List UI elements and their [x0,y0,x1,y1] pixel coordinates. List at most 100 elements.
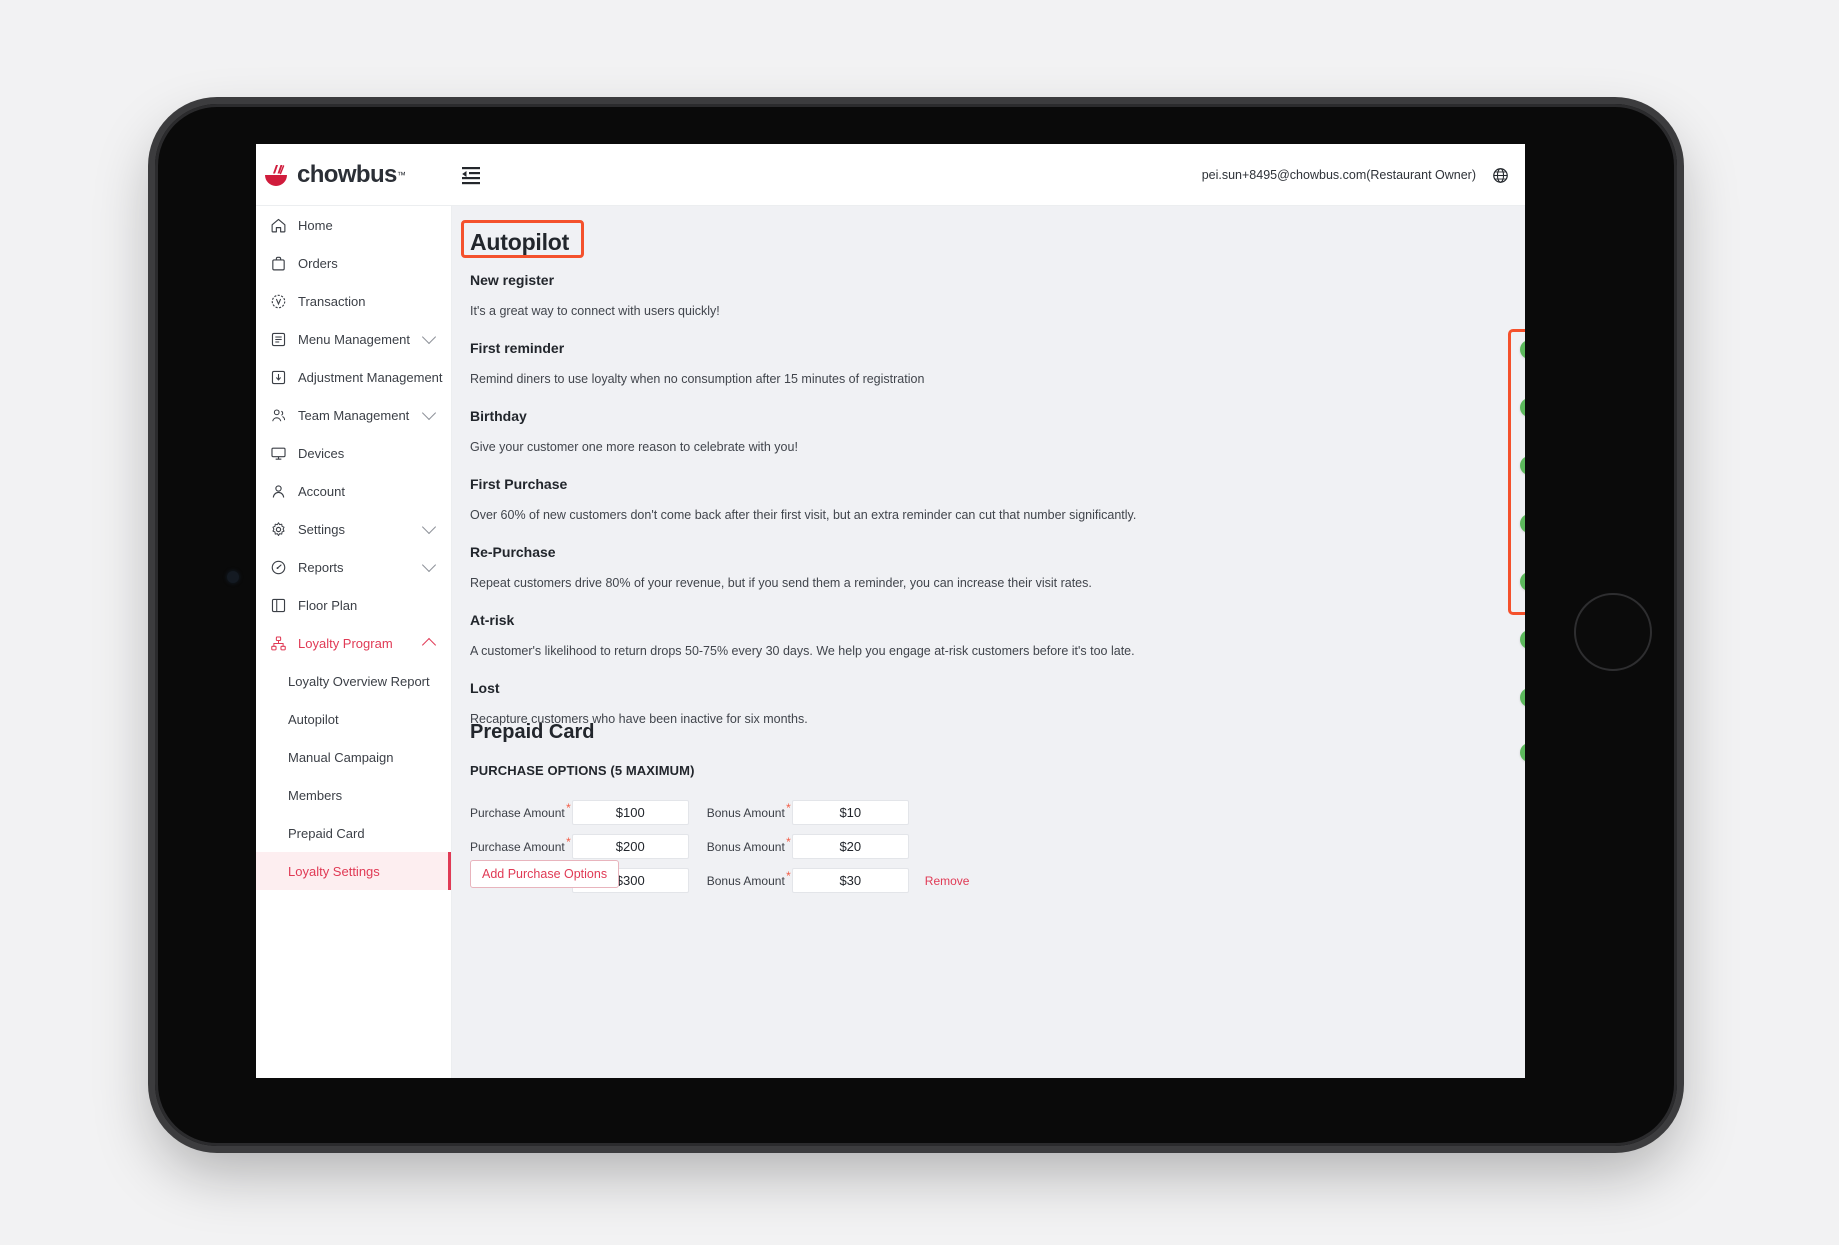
section-title: Lost [470,680,500,696]
main-content: Autopilot New register It's a great way … [452,206,1525,1078]
purchase-amount-input[interactable]: $100 [571,800,689,825]
sidebar-item-label: Adjustment Management [298,369,443,385]
purchase-amount-label-text: Purchase Amount [470,805,565,820]
sidebar-item-label: Account [298,483,345,499]
globe-icon[interactable] [1492,167,1509,184]
required-asterisk: * [786,800,791,815]
remove-option-link[interactable]: Remove [925,874,970,888]
section-description: Over 60% of new customers don't come bac… [470,508,1137,522]
sidebar-item-devices[interactable]: Devices [256,434,451,472]
sidebar-subitem-manual-campaign[interactable]: Manual Campaign [256,738,451,776]
add-purchase-options-button[interactable]: Add Purchase Options [470,860,620,888]
floorplan-icon [270,597,287,614]
bonus-amount-label: Bonus Amount * [698,801,792,820]
sidebar-item-loyalty-program[interactable]: Loyalty Program [256,624,451,662]
purchase-option-row: Purchase Amount * $200 Bonus Amount * $2… [470,834,909,859]
toggle-re-purchase[interactable] [1520,572,1525,591]
gear-icon [270,521,287,538]
autopilot-section-new-register: New register It's a great way to connect… [470,272,720,318]
sidebar-subitem-prepaid-card[interactable]: Prepaid Card [256,814,451,852]
section-title: At-risk [470,612,515,628]
toggle-lost[interactable] [1520,688,1525,707]
sidebar-item-label: Home [298,217,333,233]
sidebar-item-orders[interactable]: Orders [256,244,451,282]
section-description: Repeat customers drive 80% of your reven… [470,576,1092,590]
brand-logo[interactable]: chowbus ™ [264,144,452,206]
toggle-first-reminder[interactable] [1520,398,1525,417]
purchase-amount-label: Purchase Amount * [470,835,572,854]
autopilot-section-re-purchase: Re-Purchase Repeat customers drive 80% o… [470,544,1092,590]
toggle-birthday[interactable] [1520,456,1525,475]
toggle-prepaid-card[interactable] [1520,743,1525,762]
prepaid-card-title: Prepaid Card [470,721,595,743]
autopilot-section-first-reminder: First reminder Remind diners to use loya… [470,340,924,386]
chevron-up-icon [421,637,437,653]
sidebar-subitem-label: Members [288,787,343,803]
sidebar-item-label: Reports [298,559,344,575]
sidebar-item-label: Team Management [298,407,410,423]
sidebar-subitem-members[interactable]: Members [256,776,451,814]
sidebar-item-menu-management[interactable]: Menu Management [256,320,451,358]
autopilot-section-first-purchase: First Purchase Over 60% of new customers… [470,476,1136,522]
add-purchase-options-label: Add Purchase Options [482,867,608,881]
adjustment-icon [270,369,287,386]
sidebar-item-label: Settings [298,521,345,537]
section-description: It's a great way to connect with users q… [470,304,720,318]
section-description: A customer's likelihood to return drops … [470,644,1135,658]
purchase-amount-input[interactable]: $200 [571,834,689,859]
sidebar-subitem-loyalty-overview-report[interactable]: Loyalty Overview Report [256,662,451,700]
section-title: First reminder [470,340,565,356]
bonus-amount-label-text: Bonus Amount [706,805,785,820]
required-asterisk: * [786,834,791,849]
menu-list-icon [270,331,287,348]
team-icon [270,407,287,424]
section-title: Birthday [470,408,527,424]
sidebar-item-floor-plan[interactable]: Floor Plan [256,586,451,624]
required-asterisk: * [566,800,571,815]
home-icon [270,217,287,234]
bonus-amount-label: Bonus Amount * [698,835,792,854]
purchase-amount-label: Purchase Amount * [470,801,572,820]
section-title: Re-Purchase [470,544,556,560]
section-description: Give your customer one more reason to ce… [470,440,798,454]
bag-icon [270,255,287,272]
sidebar-item-label: Menu Management [298,331,411,347]
sidebar-nav: Home Orders Transaction Menu Management [256,206,452,1078]
bonus-amount-input[interactable]: $10 [791,800,909,825]
autopilot-section-birthday: Birthday Give your customer one more rea… [470,408,798,454]
monitor-icon [270,445,287,462]
sidebar-item-settings[interactable]: Settings [256,510,451,548]
sidebar-item-transaction[interactable]: Transaction [256,282,451,320]
sidebar-subitem-loyalty-settings[interactable]: Loyalty Settings [256,852,451,890]
sidebar-item-label: Loyalty Program [298,635,393,651]
purchase-amount-label-text: Purchase Amount [470,839,565,854]
sidebar-item-adjustment-management[interactable]: Adjustment Management [256,358,451,396]
home-button[interactable] [1574,593,1652,671]
sidebar-subitem-label: Prepaid Card [288,825,365,841]
bonus-amount-input[interactable]: $20 [791,834,909,859]
front-camera [227,571,239,583]
menu-fold-icon[interactable] [459,163,483,187]
purchase-option-row: Purchase Amount * $100 Bonus Amount * $1… [470,800,909,825]
toggle-first-purchase[interactable] [1520,514,1525,533]
toggle-at-risk[interactable] [1520,630,1525,649]
chowbus-bowl-icon [265,164,287,186]
toggle-new-register[interactable] [1520,340,1525,359]
sidebar-item-label: Orders [298,255,338,271]
chevron-down-icon [421,557,437,573]
sidebar-item-account[interactable]: Account [256,472,451,510]
sidebar-item-reports[interactable]: Reports [256,548,451,586]
sidebar-item-team-management[interactable]: Team Management [256,396,451,434]
tablet-device-frame: chowbus ™ pei.sun+8495@chowbus.com(Resta… [155,104,1677,1146]
transaction-icon [270,293,287,310]
sidebar-item-home[interactable]: Home [256,206,451,244]
loyalty-icon [270,635,287,652]
sidebar-subitem-autopilot[interactable]: Autopilot [256,700,451,738]
gauge-icon [270,559,287,576]
account-area: pei.sun+8495@chowbus.com(Restaurant Owne… [1202,144,1509,206]
required-asterisk: * [786,868,791,883]
section-description: Remind diners to use loyalty when no con… [470,372,925,386]
brand-trademark: ™ [396,170,406,180]
bonus-amount-input[interactable]: $30 [791,868,909,893]
chevron-down-icon [421,519,437,535]
